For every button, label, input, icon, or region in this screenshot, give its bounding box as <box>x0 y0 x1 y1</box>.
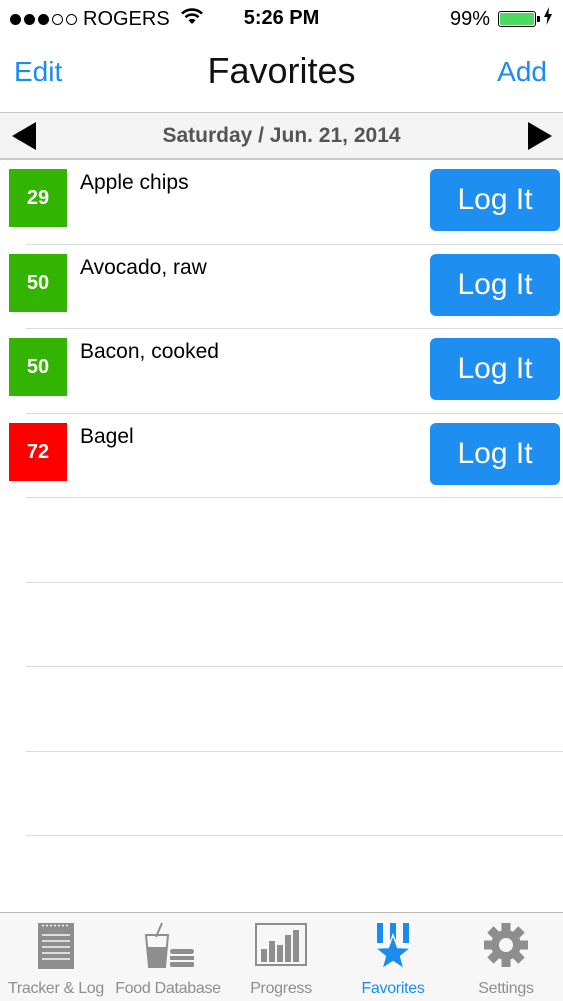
tab-bar: Tracker & Log Food Database Progress Fav… <box>0 912 563 1001</box>
tab-label: Favorites <box>361 980 425 997</box>
row-divider <box>26 497 563 498</box>
tab-label: Tracker & Log <box>8 980 104 997</box>
battery-percent: 99% <box>449 7 490 30</box>
tab-favorites[interactable]: Favorites <box>337 913 449 1001</box>
score-badge: 50 <box>9 254 67 312</box>
log-it-button[interactable]: Log It <box>430 338 560 400</box>
navigation-bar: Edit Favorites Add <box>0 38 563 113</box>
bar-chart-icon <box>255 923 307 966</box>
gear-icon <box>484 923 528 967</box>
list-item: 29 Apple chips Log It <box>0 160 563 244</box>
selected-date: Saturday / Jun. 21, 2014 <box>162 124 401 147</box>
tab-settings[interactable]: Settings <box>450 913 562 1001</box>
food-name: Bagel <box>80 425 134 448</box>
row-divider <box>26 582 563 583</box>
battery-icon <box>498 11 540 27</box>
food-name: Bacon, cooked <box>80 340 219 363</box>
charging-bolt-icon <box>543 7 553 31</box>
food-name: Apple chips <box>80 171 189 194</box>
tab-label: Food Database <box>115 980 221 997</box>
row-divider <box>26 666 563 667</box>
log-it-button[interactable]: Log It <box>430 169 560 231</box>
date-selector: Saturday / Jun. 21, 2014 <box>0 113 563 160</box>
status-bar: ROGERS 5:26 PM 99% <box>0 0 563 38</box>
food-name: Avocado, raw <box>80 256 207 279</box>
page-title: Favorites <box>207 50 356 91</box>
score-badge: 72 <box>9 423 67 481</box>
list-item: 72 Bagel Log It <box>0 414 563 498</box>
row-divider <box>26 835 563 836</box>
status-right: 99% <box>450 7 553 31</box>
drink-burger-icon <box>144 922 194 968</box>
score-badge: 50 <box>9 338 67 396</box>
tab-label: Progress <box>250 980 312 997</box>
log-it-button[interactable]: Log It <box>430 423 560 485</box>
star-ribbon-icon <box>373 923 413 971</box>
tab-food-database[interactable]: Food Database <box>112 913 224 1001</box>
battery-cap <box>537 16 540 22</box>
list-item: 50 Avocado, raw Log It <box>0 245 563 329</box>
add-button[interactable]: Add <box>497 56 547 88</box>
list-item: 50 Bacon, cooked Log It <box>0 329 563 413</box>
log-it-button[interactable]: Log It <box>430 254 560 316</box>
score-badge: 29 <box>9 169 67 227</box>
tab-progress[interactable]: Progress <box>225 913 337 1001</box>
next-day-button[interactable] <box>526 121 554 151</box>
row-divider <box>26 751 563 752</box>
battery-fill <box>500 13 534 25</box>
triangle-right-icon <box>528 122 552 150</box>
notepad-icon <box>38 923 74 969</box>
tab-label: Settings <box>478 980 534 997</box>
tab-tracker-log[interactable]: Tracker & Log <box>0 913 112 1001</box>
